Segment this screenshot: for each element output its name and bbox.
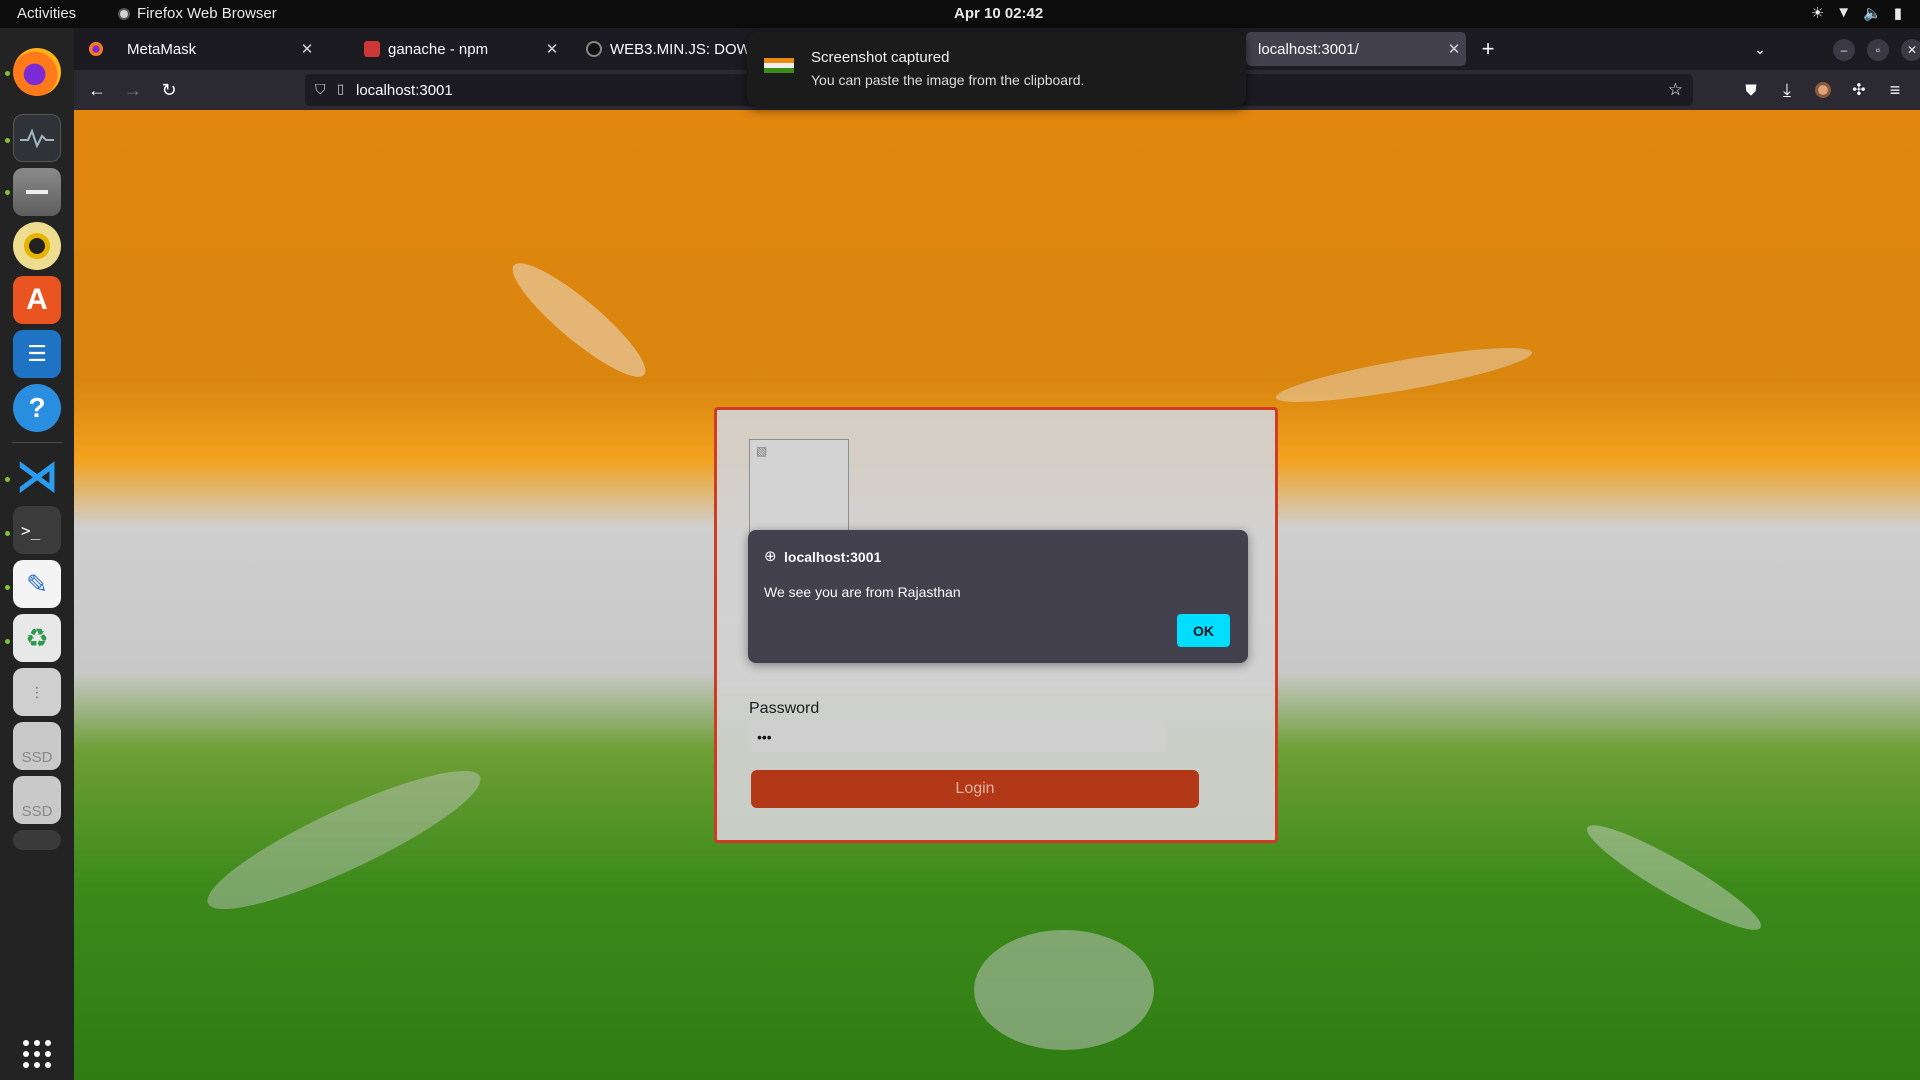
close-tab-icon[interactable]: ✕: [1442, 40, 1466, 58]
close-window-button[interactable]: ✕: [1901, 39, 1920, 61]
forward-icon[interactable]: →: [121, 78, 145, 102]
globe-icon: ⊕: [764, 548, 777, 565]
running-indicator: [5, 585, 10, 590]
tab-title: ganache - npm: [388, 40, 489, 58]
tab-title: MetaMask: [127, 40, 197, 58]
drive-icon[interactable]: [13, 830, 61, 850]
app-menu-label: Firefox Web Browser: [137, 5, 277, 22]
broken-image-icon: ▧: [756, 444, 768, 458]
alert-ok-button[interactable]: OK: [1177, 614, 1230, 647]
libreoffice-writer-icon[interactable]: ☰: [13, 330, 61, 378]
close-tab-icon[interactable]: ✕: [295, 40, 319, 58]
dock-separator: [12, 442, 62, 443]
system-monitor-icon[interactable]: [13, 114, 61, 162]
menu-icon[interactable]: ≡: [1883, 78, 1907, 102]
background-splash: [974, 930, 1154, 1050]
close-tab-icon[interactable]: ✕: [540, 40, 564, 58]
tab-title: localhost:3001/: [1258, 40, 1359, 58]
app-menu[interactable]: Firefox Web Browser: [118, 5, 277, 22]
alert-dialog: ⊕ localhost:3001 We see you are from Raj…: [748, 530, 1248, 663]
firefox-small-icon: [118, 7, 130, 20]
running-indicator: [5, 138, 10, 143]
web3-icon: [586, 41, 602, 57]
screenshot-notification[interactable]: Screenshot captured You can paste the im…: [747, 32, 1246, 106]
broken-logo-image: ▧: [749, 439, 849, 539]
ssd-drive-icon[interactable]: SSD: [13, 722, 61, 770]
page-info-icon[interactable]: ▯: [337, 81, 344, 97]
alert-origin: localhost:3001: [784, 549, 882, 565]
app-center-icon[interactable]: A: [13, 276, 61, 324]
firefox-icon[interactable]: [13, 48, 61, 96]
ssd-drive-icon[interactable]: SSD: [13, 776, 61, 824]
running-indicator: [5, 71, 10, 76]
running-indicator: [5, 639, 10, 644]
back-icon[interactable]: ←: [85, 78, 109, 102]
running-indicator: [5, 190, 10, 195]
vscode-icon[interactable]: ⋊: [13, 452, 61, 501]
terminal-icon[interactable]: >_: [13, 506, 61, 554]
trash-icon[interactable]: ♻: [13, 614, 61, 662]
show-apps-icon[interactable]: [13, 1030, 61, 1078]
background-splash: [1578, 812, 1770, 943]
tab-localhost-3001[interactable]: localhost:3001/ ✕: [1246, 32, 1466, 66]
tab-ganache-npm[interactable]: ganache - npm ✕: [352, 32, 564, 66]
files-icon[interactable]: [13, 168, 61, 216]
text-editor-icon[interactable]: ✎: [13, 560, 61, 608]
volume-icon: 🔈: [1863, 5, 1882, 22]
alert-message: We see you are from Rajasthan: [764, 584, 961, 600]
tracking-protection-icon[interactable]: ⛉: [315, 81, 326, 98]
password-input[interactable]: [749, 721, 1166, 752]
page-content: ▧ Password Login ⊕ localhost:3001 We see…: [74, 110, 1920, 1080]
url-text[interactable]: localhost:3001: [356, 82, 453, 99]
maximize-button[interactable]: ▫: [1867, 39, 1889, 61]
background-splash: [1273, 337, 1535, 413]
activities-button[interactable]: Activities: [17, 5, 76, 22]
dock: A ☰ ? ⋊ >_ ✎ ♻ ⋮ SSD SSD: [0, 28, 74, 1080]
firefox-window: MetaMask ✕ ganache - npm ✕ WEB3.MIN.JS: …: [74, 28, 1920, 1080]
list-all-tabs-icon[interactable]: ⌄: [1748, 37, 1772, 61]
disk-icon[interactable]: ⋮: [13, 668, 61, 716]
reload-icon[interactable]: ↻: [157, 78, 181, 102]
firefox-view-icon[interactable]: [84, 37, 108, 61]
system-tray[interactable]: ☀ ▼ 🔈 ▮: [1811, 4, 1902, 22]
help-icon[interactable]: ?: [13, 384, 61, 432]
background-splash: [501, 250, 657, 390]
tab-metamask[interactable]: MetaMask ✕: [115, 32, 319, 66]
pocket-icon[interactable]: ⛊: [1739, 78, 1763, 102]
brightness-icon: ☀: [1810, 5, 1825, 22]
downloads-icon[interactable]: ⤓: [1775, 78, 1799, 102]
clock[interactable]: Apr 10 02:42: [954, 5, 1043, 22]
screenshot-thumbnail: [764, 58, 794, 73]
notification-body: You can paste the image from the clipboa…: [811, 72, 1085, 88]
rhythmbox-icon[interactable]: [13, 222, 61, 270]
extensions-icon[interactable]: ✣: [1847, 78, 1871, 102]
running-indicator: [5, 477, 10, 482]
account-avatar-icon[interactable]: [1811, 78, 1835, 102]
wifi-icon: ▼: [1836, 4, 1852, 21]
new-tab-button[interactable]: +: [1476, 36, 1500, 61]
gnome-top-bar: Activities Firefox Web Browser Apr 10 02…: [0, 0, 1920, 28]
password-label: Password: [749, 700, 820, 717]
bookmark-star-icon[interactable]: ☆: [1668, 80, 1683, 100]
running-indicator: [5, 531, 10, 536]
notification-title: Screenshot captured: [811, 49, 950, 66]
background-splash: [195, 749, 493, 931]
login-button[interactable]: Login: [751, 770, 1199, 808]
npm-icon: [364, 41, 380, 57]
battery-icon: ▮: [1893, 5, 1902, 22]
minimize-button[interactable]: –: [1833, 39, 1855, 61]
